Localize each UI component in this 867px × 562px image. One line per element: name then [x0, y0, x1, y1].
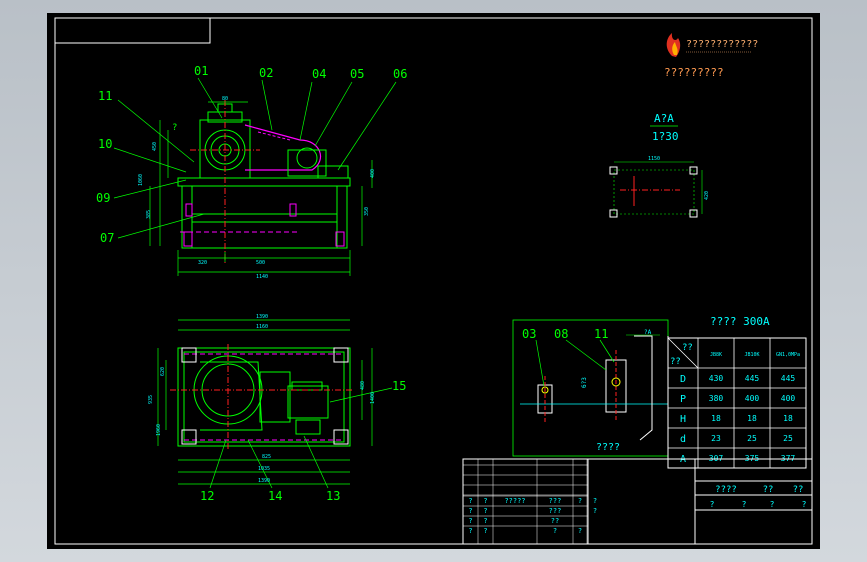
title-block-cell: ? — [468, 497, 472, 505]
param-cell: 18 — [711, 414, 721, 423]
leader-06: 06 — [393, 67, 407, 81]
param-table-title: ???? 300A — [710, 315, 770, 328]
leader-04: 04 — [312, 67, 326, 81]
title-block-heading: ?? — [763, 485, 774, 495]
logo-line2: ????????? — [664, 66, 724, 79]
dim-left-a: 450 — [152, 142, 158, 151]
dim-small: ? — [172, 123, 177, 133]
detail-leader-03: 03 — [522, 327, 536, 341]
detail-dim-b: ?A — [644, 329, 652, 336]
plan-dim-right-b: 1400 — [370, 392, 376, 404]
param-corner-a: ?? — [682, 343, 693, 353]
title-block-cell: ? — [468, 517, 472, 525]
param-cell: 25 — [747, 434, 757, 443]
param-cell: 18 — [783, 414, 793, 423]
title-block-mid: ? — [770, 500, 775, 509]
logo-line1: ???????????? — [686, 39, 758, 50]
title-block-cell: ? — [553, 527, 557, 535]
leader-11: 11 — [98, 89, 112, 103]
dim-bottom-total: 1140 — [256, 274, 268, 280]
leader-09: 09 — [96, 191, 110, 205]
cad-drawing: ???????????? ????????? 01 02 04 05 06 11… — [47, 13, 820, 549]
leader-02: 02 — [259, 66, 273, 80]
plan-dim-top-a: 1390 — [256, 314, 268, 320]
section-dim-right: 420 — [704, 191, 710, 200]
param-cell: 400 — [745, 394, 760, 403]
section-title: A?A — [654, 112, 674, 125]
param-cell: 23 — [711, 434, 721, 443]
title-block-heading: ?? — [793, 485, 804, 495]
dim-top: 80 — [222, 96, 228, 102]
title-block-mid: ? — [802, 500, 807, 509]
plan-dim-left-b: 935 — [148, 395, 154, 404]
title-block-cell: ? — [483, 517, 487, 525]
param-column-header: GN1,0MPa — [776, 352, 800, 358]
title-block-cell: ??? — [549, 507, 562, 515]
detail-leader-11: 11 — [594, 327, 608, 341]
plan-dim-bottom-a: 825 — [262, 454, 271, 460]
param-cell: 400 — [781, 394, 796, 403]
leader-13: 13 — [326, 489, 340, 503]
param-row-key: H — [680, 414, 686, 425]
dim-bottom-b: 500 — [256, 260, 265, 266]
dim-right-b: 400 — [370, 169, 376, 178]
dim-right: 350 — [364, 207, 370, 216]
section-dim-top: 1150 — [648, 156, 660, 162]
title-block-mid: ? — [742, 500, 747, 509]
leader-07: 07 — [100, 231, 114, 245]
drawing-window: ???????????? ????????? 01 02 04 05 06 11… — [0, 0, 867, 562]
leader-14: 14 — [268, 489, 282, 503]
detail-leader-08: 08 — [554, 327, 568, 341]
param-row-key: P — [680, 394, 686, 405]
plan-dim-bottom-c: 1390 — [258, 478, 270, 484]
param-row-key: d — [680, 434, 686, 445]
leader-15: 15 — [392, 379, 406, 393]
dim-bottom-a: 320 — [198, 260, 207, 266]
title-block-cell: ?? — [551, 517, 559, 525]
param-cell: 445 — [745, 374, 760, 383]
param-column-header: JB10K — [744, 352, 759, 358]
title-block-cell: ? — [578, 527, 582, 535]
title-block-cell: ? — [483, 527, 487, 535]
title-block-cell: ????? — [504, 497, 525, 505]
title-block-cell: ? — [468, 527, 472, 535]
dim-left-c: 385 — [146, 210, 152, 219]
title-block-heading: ???? — [715, 485, 737, 495]
leader-01: 01 — [194, 64, 208, 78]
plan-dim-top-b: 1160 — [256, 324, 268, 330]
title-block-cell: ? — [593, 507, 597, 515]
title-block-cell: ??? — [549, 497, 562, 505]
param-cell: 25 — [783, 434, 793, 443]
title-block-cell: ? — [578, 497, 582, 505]
plan-dim-right-a: 480 — [360, 381, 366, 390]
param-cell: 380 — [709, 394, 724, 403]
plan-dim-left-c: 1960 — [156, 424, 162, 436]
title-block-mid: ? — [710, 500, 715, 509]
detail-dim-a: 6?3 — [581, 377, 588, 388]
title-block-cell: ? — [483, 507, 487, 515]
leader-12: 12 — [200, 489, 214, 503]
param-row-key: D — [680, 374, 686, 385]
title-block-cell: ? — [468, 507, 472, 515]
param-cell: 18 — [747, 414, 757, 423]
param-corner-b: ?? — [670, 357, 681, 367]
leader-10: 10 — [98, 137, 112, 151]
dim-left-b: 1060 — [138, 174, 144, 186]
sheet-background — [47, 13, 820, 549]
leader-05: 05 — [350, 67, 364, 81]
plan-dim-left-a: 620 — [160, 367, 166, 376]
title-block-cell: ? — [483, 497, 487, 505]
detail-label: ???? — [596, 442, 620, 453]
param-column-header: JB8K — [710, 352, 722, 358]
section-scale: 1?30 — [652, 130, 679, 143]
param-cell: 430 — [709, 374, 724, 383]
plan-dim-bottom-b: 1035 — [258, 466, 270, 472]
title-block-cell: ? — [593, 497, 597, 505]
param-cell: 445 — [781, 374, 796, 383]
